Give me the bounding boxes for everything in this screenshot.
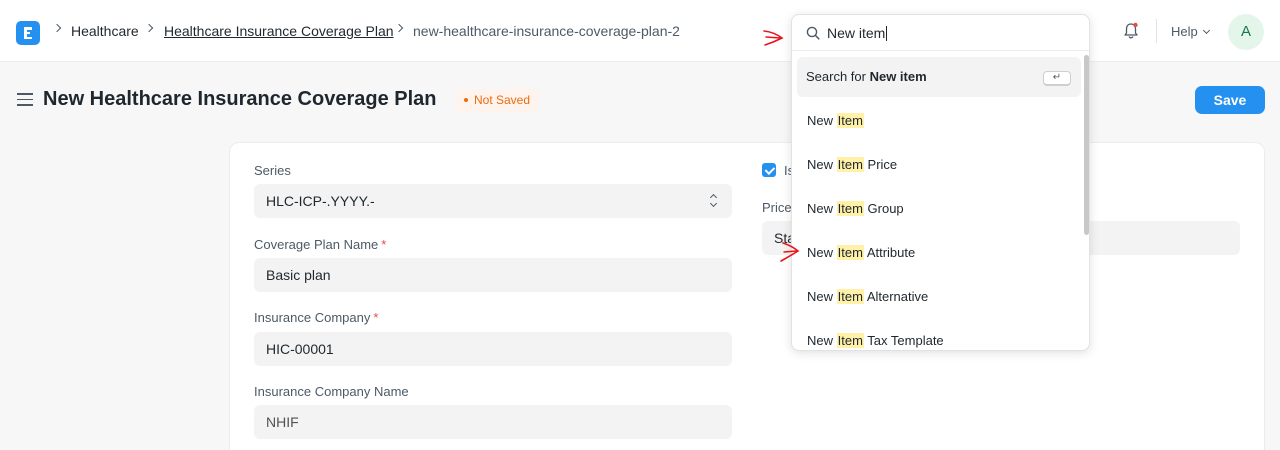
- annotation-arrow-icon: [763, 30, 784, 46]
- search-result-item-tax-template[interactable]: New Item Tax Template: [807, 333, 944, 348]
- breadcrumb-healthcare[interactable]: Healthcare: [71, 23, 139, 39]
- dropdown-scrollbar[interactable]: [1084, 55, 1089, 235]
- page-title: New Healthcare Insurance Coverage Plan: [43, 88, 437, 110]
- awesomebar-input[interactable]: New item: [827, 25, 888, 42]
- chevron-right-icon: [144, 23, 154, 33]
- search-result-item-attribute[interactable]: New Item Attribute: [807, 245, 915, 260]
- search-result-item-alternative[interactable]: New Item Alternative: [807, 289, 928, 304]
- search-icon: [806, 26, 820, 40]
- required-marker: *: [373, 310, 379, 325]
- search-query-text: New item: [827, 25, 886, 41]
- series-label: Series: [254, 163, 291, 178]
- breadcrumb-coverage-plan-list[interactable]: Healthcare Insurance Coverage Plan: [164, 23, 394, 39]
- awesomebar-input-row[interactable]: New item: [792, 15, 1089, 51]
- user-avatar[interactable]: A: [1228, 14, 1264, 50]
- chevron-right-icon: [394, 23, 404, 33]
- series-select[interactable]: HLC-ICP-.YYYY.-: [254, 184, 732, 218]
- notification-bell-icon[interactable]: [1123, 22, 1139, 40]
- breadcrumb-current-doc: new-healthcare-insurance-coverage-plan-2: [413, 23, 680, 39]
- insurance-company-name-label: Insurance Company Name: [254, 384, 409, 399]
- chevron-right-icon: [52, 23, 62, 33]
- series-value: HLC-ICP-.YYYY.-: [266, 193, 375, 209]
- search-for-option[interactable]: Search for New item ↵: [797, 57, 1081, 97]
- search-result-item-group[interactable]: New Item Group: [807, 201, 904, 216]
- status-badge-text: Not Saved: [474, 93, 531, 107]
- is-active-checkbox[interactable]: [762, 163, 776, 177]
- select-arrows-icon: [709, 193, 718, 209]
- coverage-plan-name-label: Coverage Plan Name *: [254, 237, 386, 252]
- help-menu[interactable]: Help: [1171, 24, 1198, 39]
- required-marker: *: [381, 237, 387, 252]
- insurance-company-label: Insurance Company *: [254, 310, 378, 325]
- insurance-company-label-text: Insurance Company: [254, 310, 371, 325]
- insurance-company-input[interactable]: HIC-00001: [254, 332, 732, 366]
- app-logo-icon[interactable]: [16, 21, 40, 45]
- sidebar-toggle-icon[interactable]: [17, 93, 33, 106]
- navbar-divider: [1156, 19, 1157, 43]
- insurance-company-name-field: NHIF: [254, 405, 732, 439]
- enter-key-icon: ↵: [1043, 71, 1071, 86]
- search-result-item[interactable]: New Item: [807, 113, 864, 128]
- status-badge: Not Saved: [456, 89, 540, 112]
- coverage-plan-name-label-text: Coverage Plan Name: [254, 237, 379, 252]
- save-button[interactable]: Save: [1195, 86, 1265, 114]
- search-for-prefix: Search for: [806, 69, 870, 84]
- chevron-down-icon[interactable]: [1202, 26, 1211, 35]
- search-for-term: New item: [869, 69, 927, 84]
- coverage-plan-name-input[interactable]: Basic plan: [254, 258, 732, 292]
- annotation-arrow-icon: [780, 242, 800, 262]
- awesomebar-dropdown: New item Search for New item ↵ New Item …: [791, 14, 1090, 351]
- search-result-item-price[interactable]: New Item Price: [807, 157, 897, 172]
- price-list-label: Price: [762, 200, 792, 215]
